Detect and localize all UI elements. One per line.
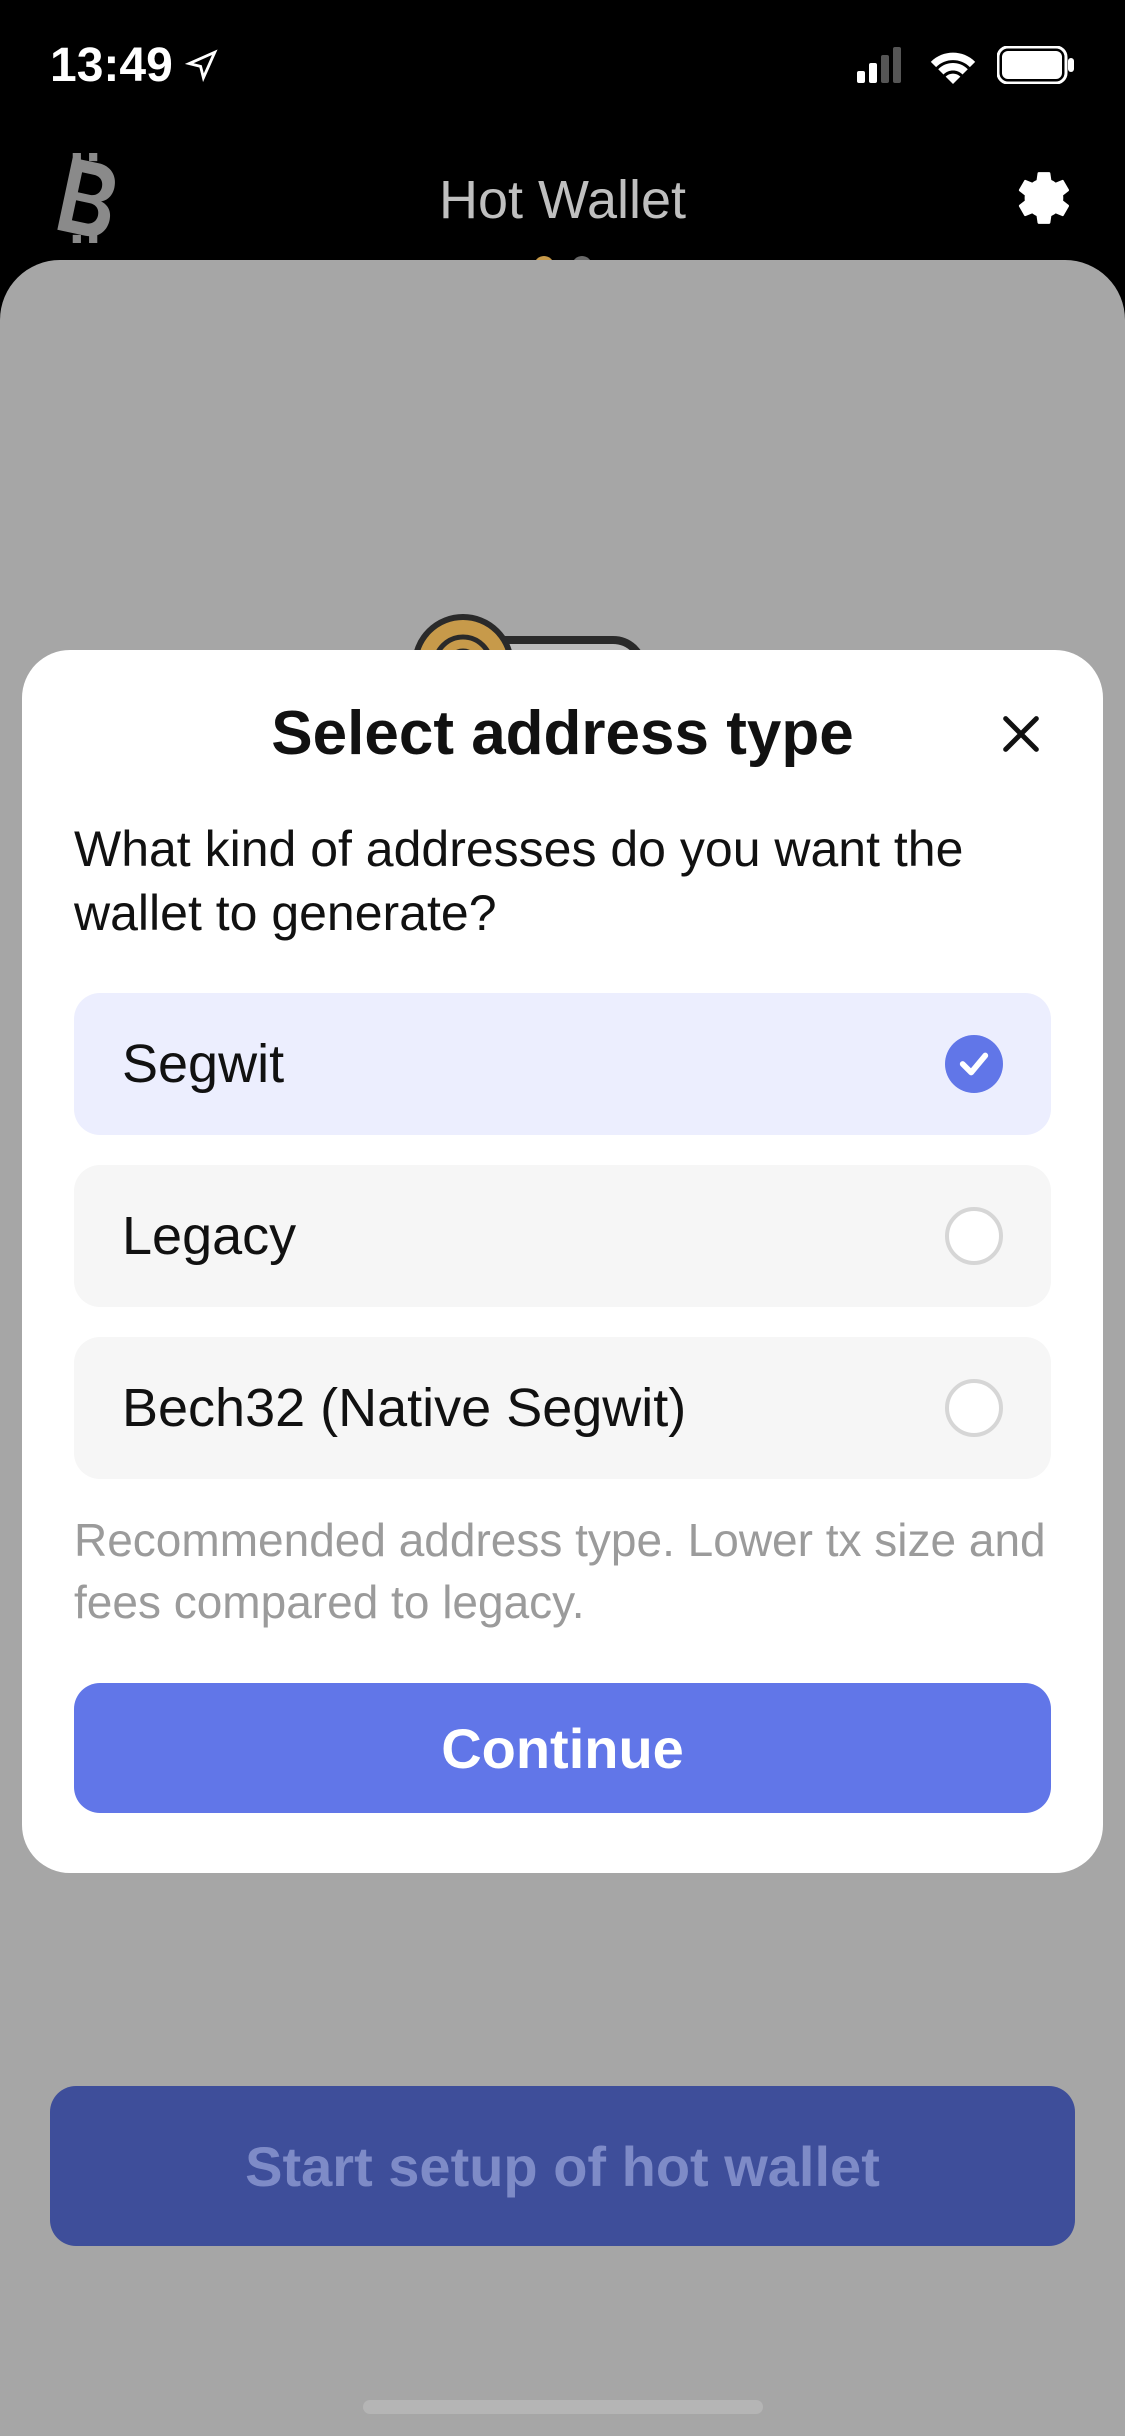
- status-bar: 13:49: [0, 0, 1125, 130]
- start-setup-button[interactable]: Start setup of hot wallet: [50, 2086, 1075, 2246]
- location-icon: [185, 48, 219, 82]
- battery-icon: [997, 46, 1075, 84]
- settings-button[interactable]: [1013, 167, 1075, 234]
- recommendation-hint: Recommended address type. Lower tx size …: [74, 1509, 1051, 1633]
- status-icons: [857, 46, 1075, 84]
- wifi-icon: [927, 46, 979, 84]
- option-legacy[interactable]: Legacy: [74, 1165, 1051, 1307]
- app-header: Hot Wallet: [0, 140, 1125, 260]
- continue-button[interactable]: Continue: [74, 1683, 1051, 1813]
- radio-unchecked: [945, 1207, 1003, 1265]
- option-label: Legacy: [122, 1205, 296, 1267]
- option-label: Bech32 (Native Segwit): [122, 1377, 686, 1439]
- option-segwit[interactable]: Segwit: [74, 993, 1051, 1135]
- radio-checked: [945, 1035, 1003, 1093]
- home-indicator[interactable]: [363, 2400, 763, 2414]
- continue-label: Continue: [441, 1716, 684, 1781]
- address-type-modal: Select address type What kind of address…: [22, 650, 1103, 1873]
- close-icon: [998, 711, 1044, 757]
- option-bech32[interactable]: Bech32 (Native Segwit): [74, 1337, 1051, 1479]
- close-button[interactable]: [991, 704, 1051, 764]
- status-time: 13:49: [50, 38, 219, 93]
- option-label: Segwit: [122, 1033, 284, 1095]
- modal-title: Select address type: [74, 698, 1051, 769]
- start-setup-label: Start setup of hot wallet: [245, 2134, 880, 2199]
- time-label: 13:49: [50, 38, 173, 93]
- bitcoin-icon[interactable]: [50, 153, 120, 248]
- cellular-icon: [857, 47, 909, 83]
- radio-unchecked: [945, 1379, 1003, 1437]
- gear-icon: [1013, 167, 1075, 229]
- check-icon: [957, 1047, 991, 1081]
- modal-question: What kind of addresses do you want the w…: [74, 817, 1051, 945]
- app-title: Hot Wallet: [0, 169, 1125, 231]
- modal-header: Select address type: [74, 698, 1051, 769]
